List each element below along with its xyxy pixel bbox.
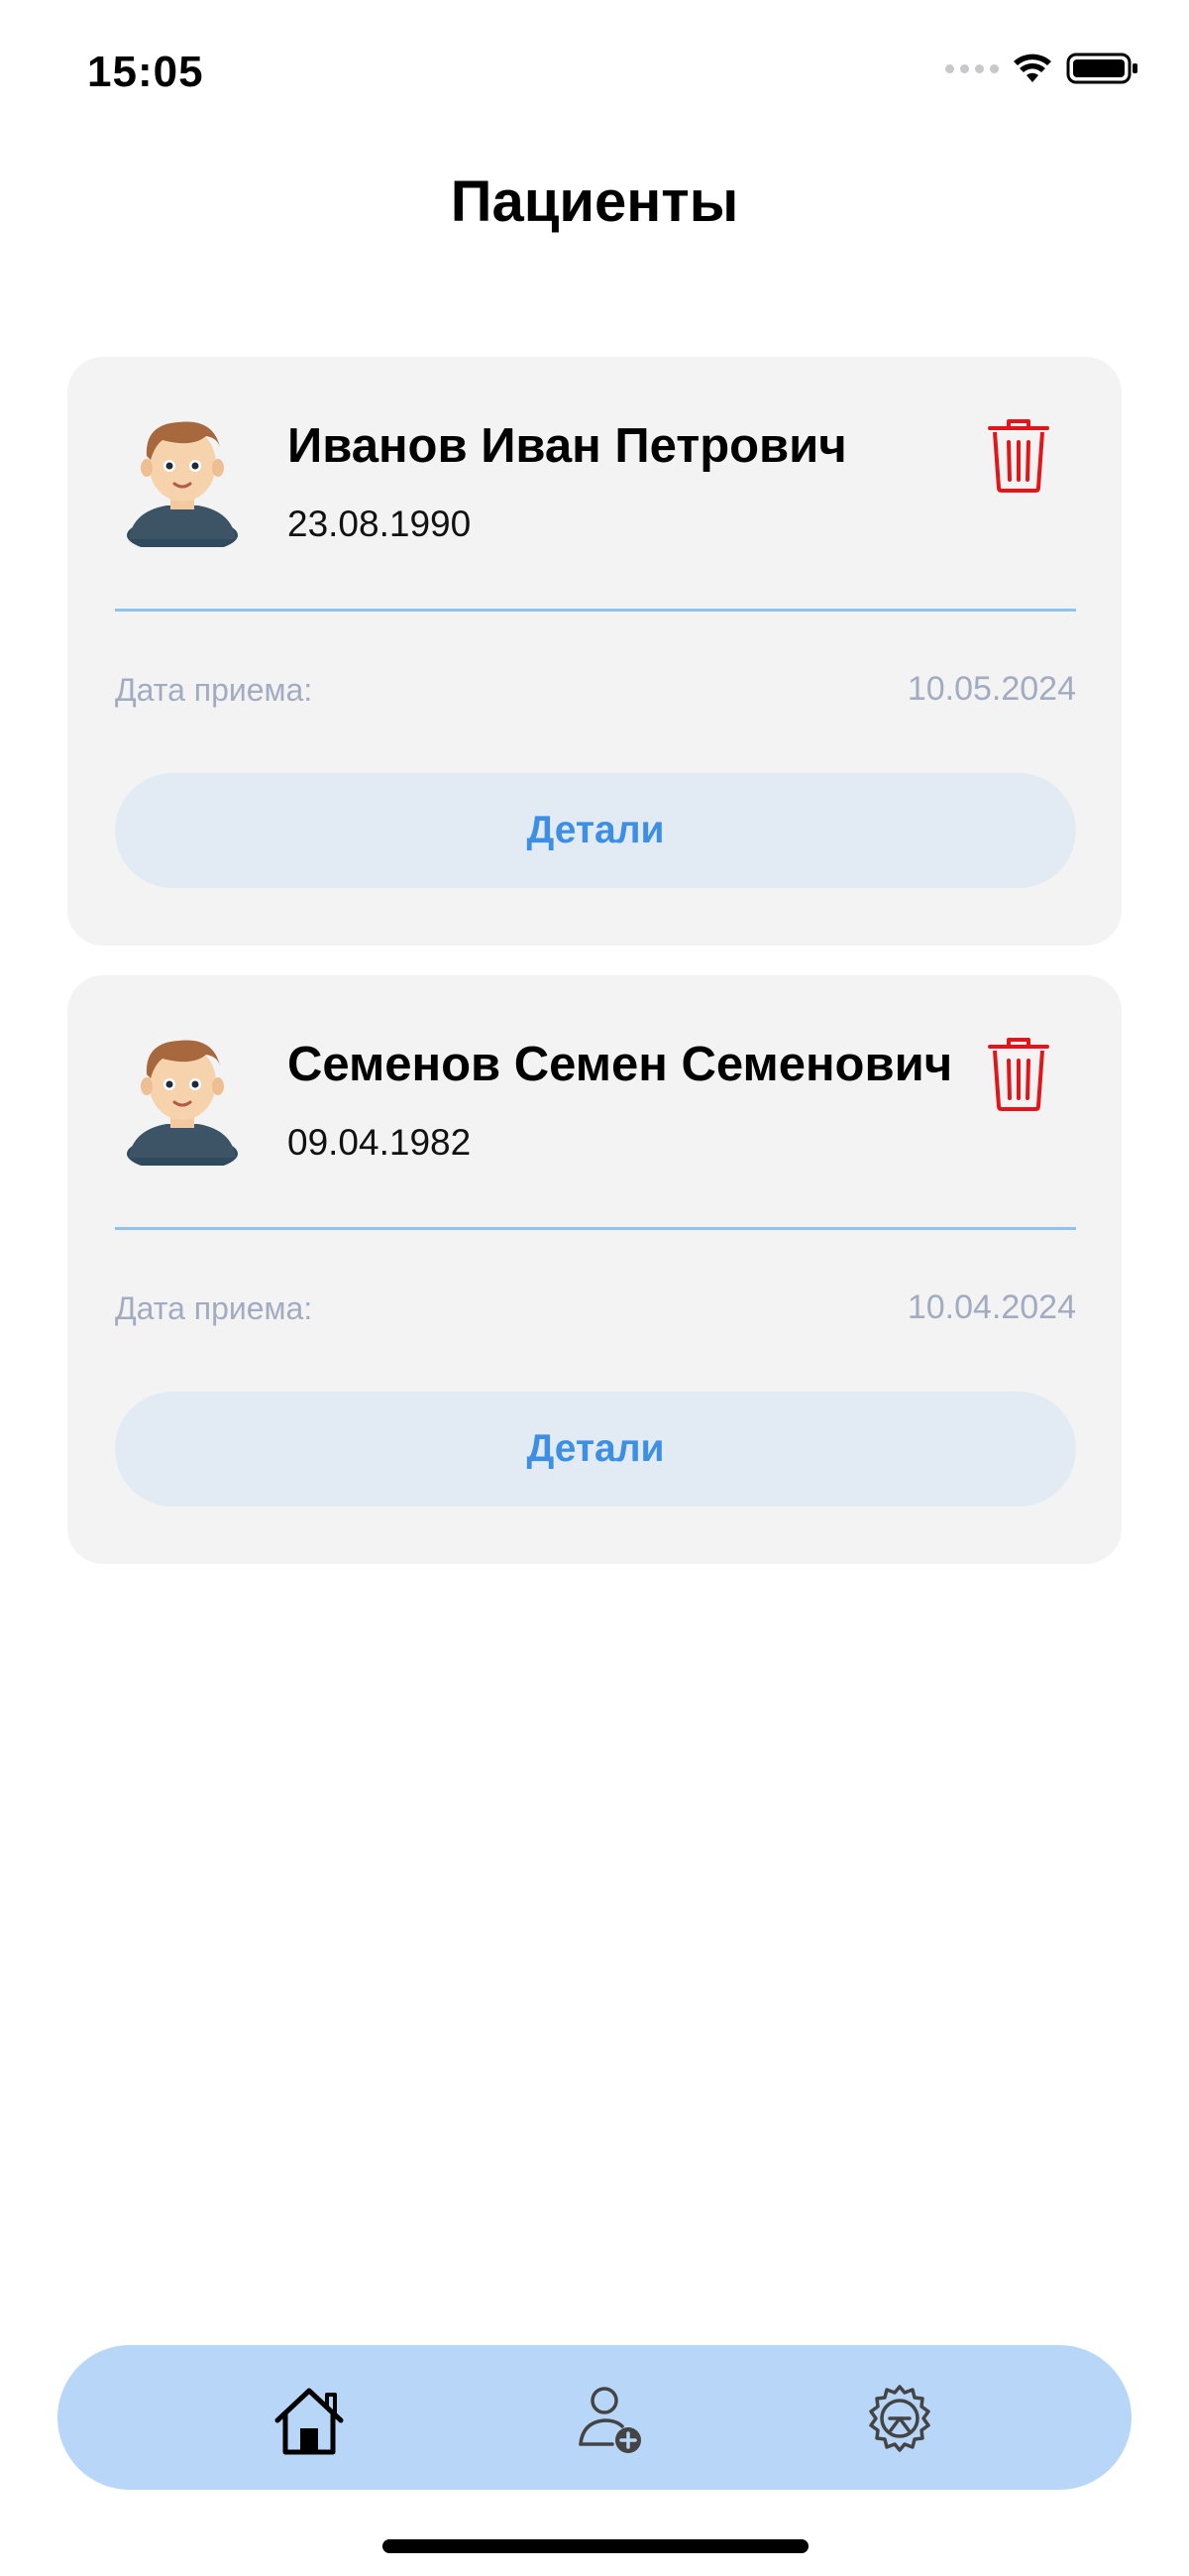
patient-birth-date: 09.04.1982	[287, 1122, 472, 1163]
patient-birth-date: 23.08.1990	[287, 504, 472, 544]
signal-dots-icon	[945, 63, 999, 73]
wifi-icon	[1014, 54, 1051, 82]
delete-trash-icon[interactable]	[987, 418, 1050, 494]
visit-date-value: 10.05.2024	[907, 670, 1076, 708]
battery-icon	[1066, 53, 1137, 84]
home-icon[interactable]	[270, 2381, 349, 2460]
patients-screen: 15:05 Пациенты Иванов Иван Петрович 23.0…	[0, 0, 1189, 2576]
details-button[interactable]: Детали	[115, 1392, 1076, 1507]
patient-card: Семенов Семен Семенович 09.04.1982 Дата …	[67, 975, 1122, 1564]
home-indicator	[382, 2539, 809, 2553]
patient-card: Иванов Иван Петрович 23.08.1990 Дата при…	[67, 357, 1122, 946]
visit-date-label: Дата приема:	[115, 672, 313, 708]
patient-name: Иванов Иван Петрович	[287, 419, 847, 473]
settings-icon[interactable]	[860, 2381, 939, 2460]
bottom-tab-bar	[57, 2345, 1132, 2490]
status-icons	[945, 52, 1139, 85]
patient-name: Семенов Семен Семенович	[287, 1038, 953, 1091]
status-time: 15:05	[87, 48, 204, 96]
delete-trash-icon[interactable]	[987, 1037, 1050, 1112]
add-user-icon[interactable]	[573, 2381, 652, 2460]
details-button[interactable]: Детали	[115, 773, 1076, 888]
visit-date-label: Дата приема:	[115, 1290, 313, 1326]
page-title: Пациенты	[450, 169, 739, 234]
patient-avatar-icon	[127, 421, 238, 547]
card-divider	[115, 1227, 1076, 1230]
patient-avatar-icon	[127, 1040, 238, 1166]
visit-date-value: 10.04.2024	[907, 1288, 1076, 1326]
card-divider	[115, 609, 1076, 612]
